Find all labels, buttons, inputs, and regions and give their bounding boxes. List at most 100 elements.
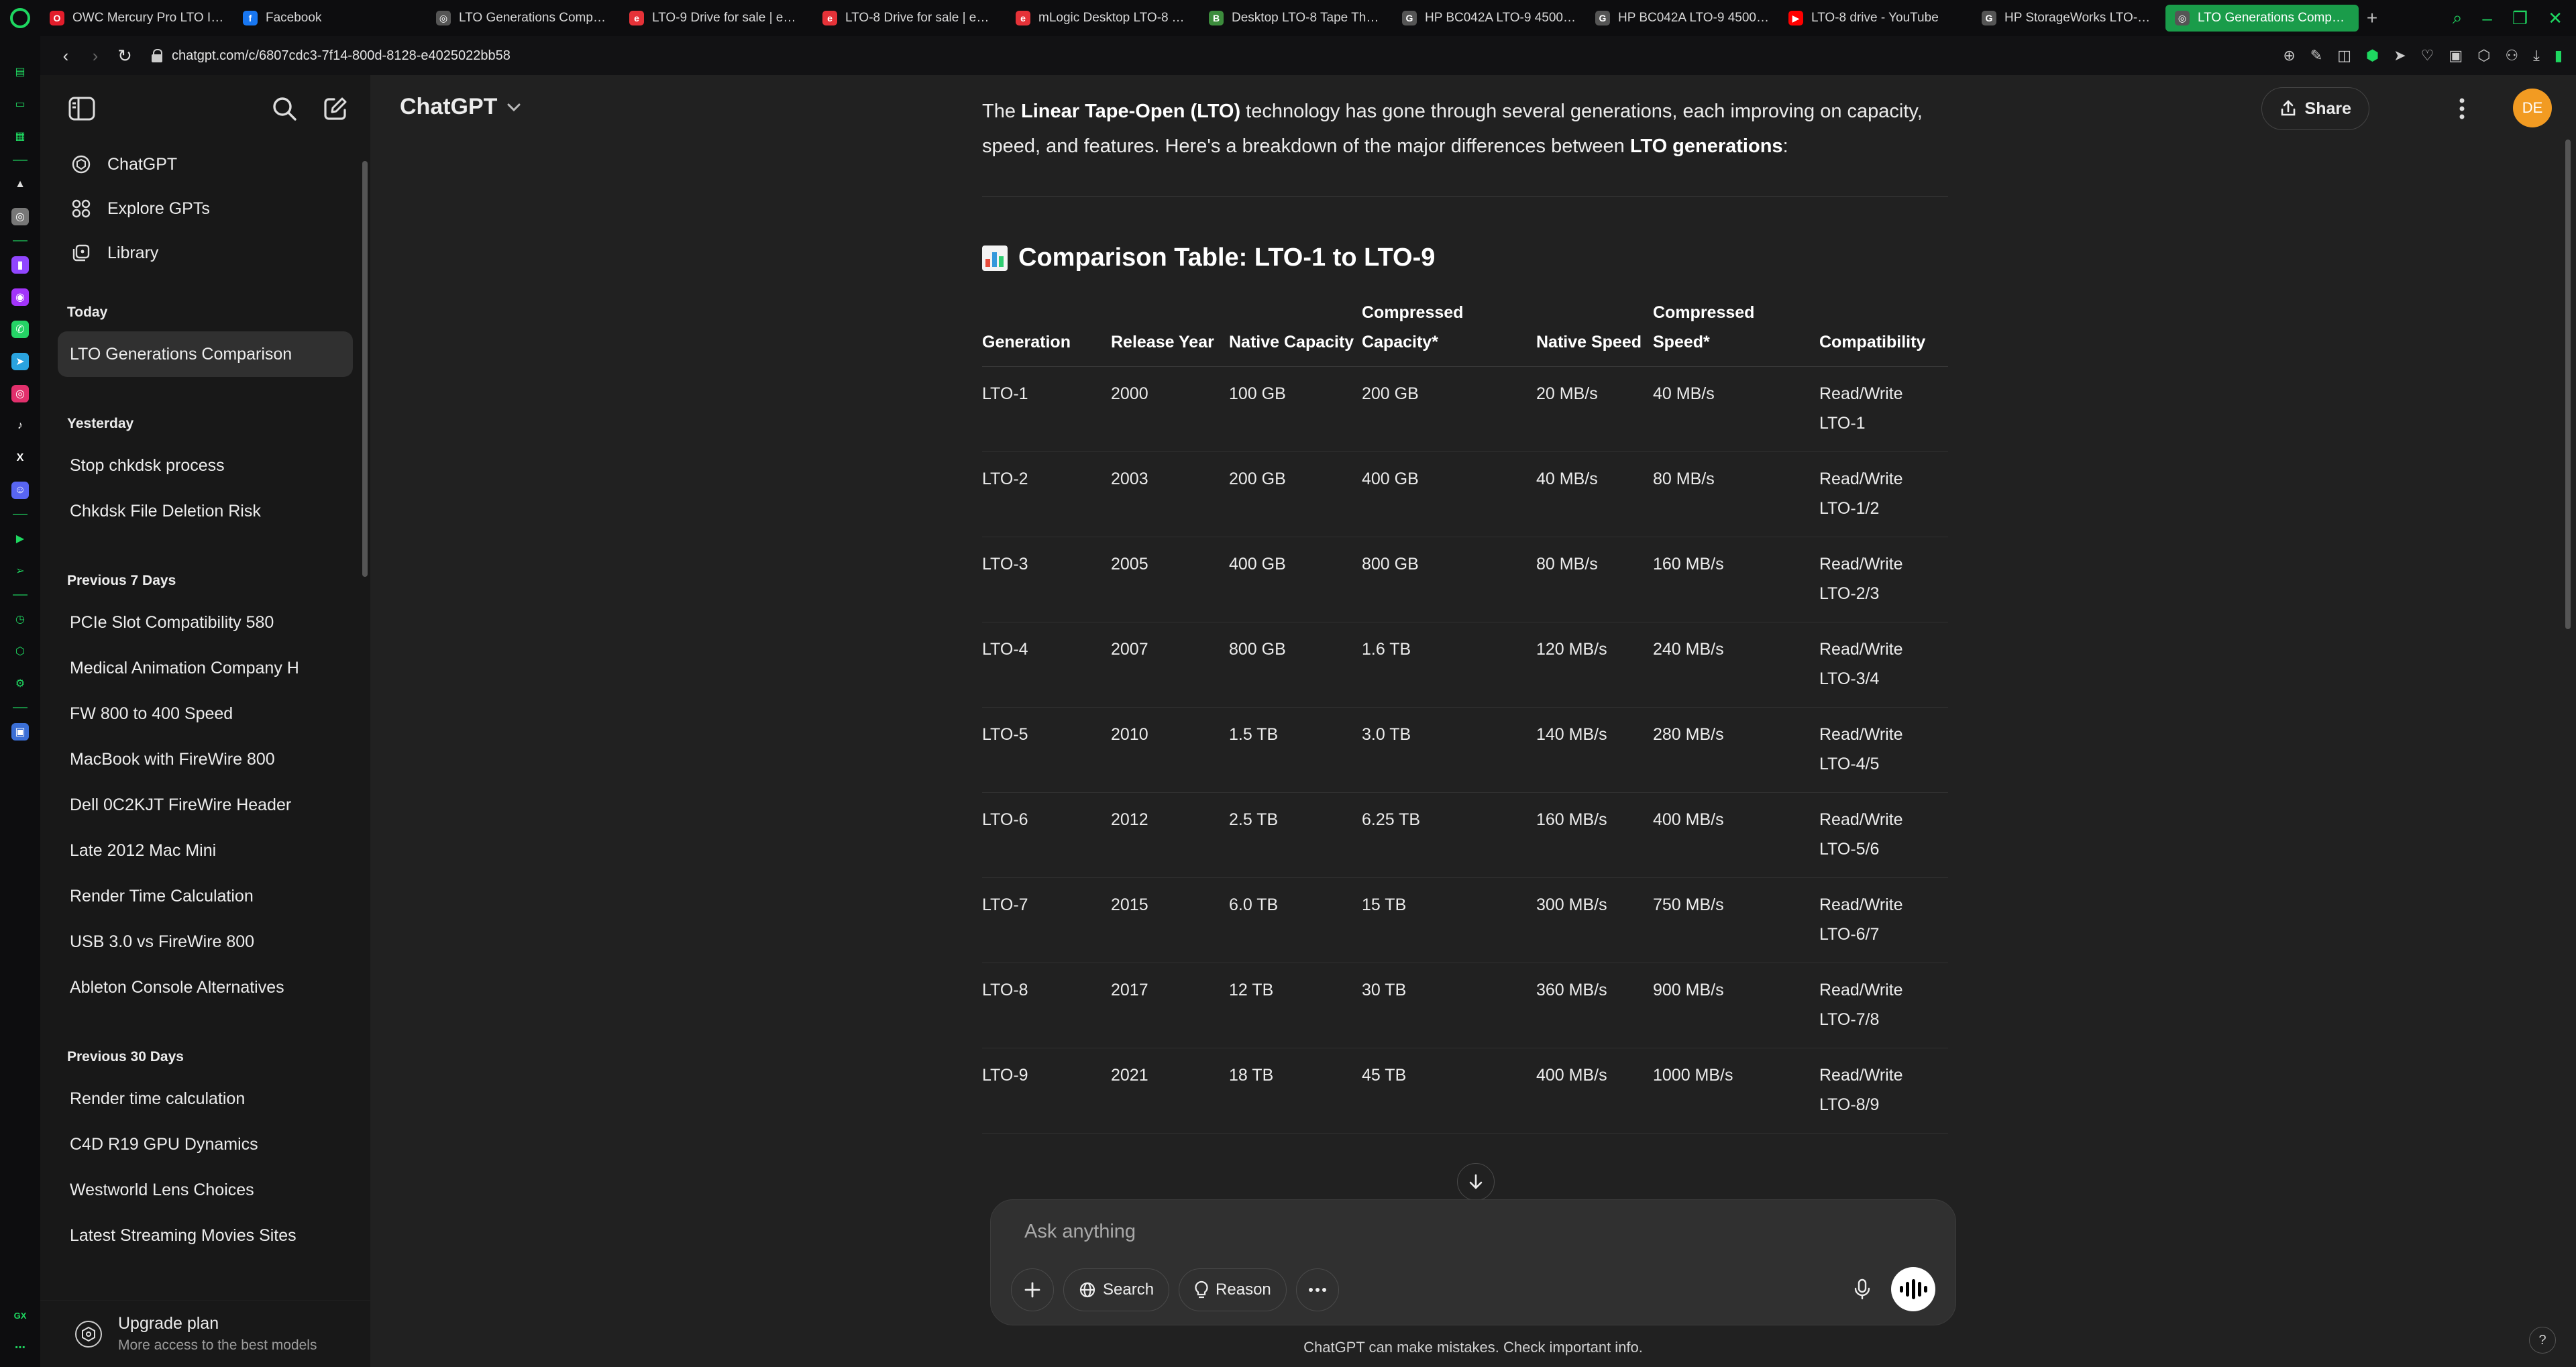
dictate-button[interactable] (1843, 1270, 1882, 1309)
table-cell: 160 MB/s (1536, 792, 1653, 878)
library-icon (70, 241, 93, 264)
more-icon[interactable]: ⋯ (11, 1339, 29, 1356)
search-button[interactable]: Search (1063, 1268, 1170, 1311)
history-item[interactable]: PCIe Slot Compatibility 580 (58, 600, 353, 645)
history-item[interactable]: Chkdsk File Deletion Risk (58, 488, 353, 534)
history-item[interactable]: LTO Generations Comparison (58, 331, 353, 377)
history-item[interactable]: Late 2012 Mac Mini (58, 828, 353, 873)
player-icon[interactable]: ▶ (11, 530, 29, 547)
history-item[interactable]: Latest Streaming Movies Sites (58, 1213, 353, 1258)
reason-button[interactable]: Reason (1179, 1268, 1287, 1311)
sidebar-scrollbar[interactable] (362, 161, 368, 577)
browser-tab[interactable]: ◎ LTO Generations Comparison (427, 5, 620, 32)
restore-button[interactable]: ❐ (2512, 8, 2528, 29)
reload-button[interactable]: ↻ (110, 41, 140, 70)
easy-setup-icon[interactable]: ✎ (2310, 47, 2322, 64)
history-item[interactable]: Render Time Calculation (58, 873, 353, 919)
more-options-button[interactable] (2446, 93, 2478, 125)
zoom-icon[interactable]: ⊕ (2283, 47, 2295, 64)
minimize-button[interactable]: – (2482, 8, 2491, 29)
scroll-to-bottom-button[interactable] (1457, 1163, 1495, 1201)
history-item[interactable]: Westworld Lens Choices (58, 1167, 353, 1213)
flow-icon[interactable]: ➢ (11, 562, 29, 580)
box-icon[interactable]: ⬡ (2477, 47, 2490, 64)
battery-icon[interactable]: ▮ (2555, 47, 2563, 64)
history-icon[interactable]: ◷ (11, 610, 29, 628)
cube-icon[interactable]: ⬡ (11, 643, 29, 660)
url-text[interactable]: chatgpt.com/c/6807cdc3-7f14-800d-8128-e4… (172, 48, 511, 64)
history-item[interactable]: Stop chkdsk process (58, 443, 353, 488)
messenger-icon[interactable]: ◉ (11, 288, 29, 306)
tab-title: mLogic Desktop LTO-8 Tape (1038, 11, 1190, 25)
browser-tab[interactable]: e LTO-8 Drive for sale | eBay (813, 5, 1006, 32)
discord-icon[interactable]: ☺ (11, 482, 29, 499)
sidebar-nav-item[interactable]: Library (58, 231, 353, 275)
aria-logo-icon[interactable]: ▲ (11, 176, 29, 193)
close-window-button[interactable]: ✕ (2548, 8, 2563, 29)
search-chats-button[interactable] (270, 94, 299, 123)
new-chat-button[interactable] (321, 94, 350, 123)
sidebar-scroll-area[interactable]: ChatGPT Explore GPTs Library Today LTO Gener… (40, 142, 370, 1262)
attach-button[interactable] (1011, 1268, 1054, 1311)
browser-tab[interactable]: e LTO-9 Drive for sale | eBay (620, 5, 813, 32)
new-tab-button[interactable]: + (2359, 5, 2385, 32)
url-field[interactable]: chatgpt.com/c/6807cdc3-7f14-800d-8128-e4… (152, 48, 511, 64)
opera-logo-icon[interactable] (0, 0, 40, 36)
history-item[interactable]: C4D R19 GPU Dynamics (58, 1122, 353, 1167)
browser-tab[interactable]: G HP BC042A LTO-9 45000 Ex (1586, 5, 1779, 32)
browser-tab[interactable]: ◎ LTO Generations Comparison (2165, 5, 2359, 32)
table-cell: 18 TB (1229, 1048, 1362, 1134)
sidebar-nav-item[interactable]: Explore GPTs (58, 186, 353, 231)
send-icon[interactable]: ➤ (2394, 47, 2406, 64)
voice-mode-button[interactable] (1891, 1267, 1935, 1311)
download-icon[interactable]: ⤓ (2533, 47, 2540, 64)
model-selector[interactable]: ChatGPT (400, 94, 521, 120)
main-scrollbar[interactable] (2565, 140, 2571, 629)
wallet-icon[interactable]: ▣ (11, 723, 29, 741)
browser-tab[interactable]: e mLogic Desktop LTO-8 Tape (1006, 5, 1199, 32)
heart-icon[interactable]: ♡ (2421, 47, 2434, 64)
history-item[interactable]: Medical Animation Company H (58, 645, 353, 691)
browser-tab[interactable]: B Desktop LTO-8 Tape Thunde (1199, 5, 1393, 32)
x-icon[interactable]: X (11, 449, 29, 467)
dashboard-icon[interactable]: ▭ (11, 95, 29, 113)
tab-islands-icon[interactable]: ▦ (11, 127, 29, 145)
message-composer: Search Reason (990, 1199, 1956, 1325)
history-item[interactable]: FW 800 to 400 Speed (58, 691, 353, 736)
aria-icon[interactable]: ▤ (11, 63, 29, 80)
tiktok-icon[interactable]: ♪ (11, 417, 29, 435)
sidebar-toggle-button[interactable] (67, 94, 97, 123)
gx-icon[interactable]: GX (11, 1307, 29, 1324)
shield-icon[interactable]: ⬢ (2366, 47, 2379, 64)
share-button[interactable]: Share (2261, 87, 2369, 130)
history-item[interactable]: USB 3.0 vs FireWire 800 (58, 919, 353, 965)
telegram-icon[interactable]: ➤ (11, 353, 29, 370)
instagram-icon[interactable]: ◎ (11, 385, 29, 402)
browser-tab[interactable]: ▶ LTO-8 drive - YouTube (1779, 5, 1972, 32)
search-tabs-icon[interactable]: ⌕ (2453, 7, 2463, 29)
tab-favicon-icon: ▶ (1788, 11, 1803, 25)
history-item[interactable]: Render time calculation (58, 1076, 353, 1122)
browser-tab[interactable]: G HP StorageWorks LTO-8 dri (1972, 5, 2165, 32)
forward-button[interactable]: › (80, 41, 110, 70)
whatsapp-icon[interactable]: ✆ (11, 321, 29, 338)
extension-icon[interactable]: ▣ (2449, 47, 2463, 64)
browser-tab[interactable]: O OWC Mercury Pro LTO Intro (40, 5, 233, 32)
more-tools-button[interactable] (1295, 1268, 1339, 1311)
browser-tab[interactable]: G HP BC042A LTO-9 45000 Ex (1393, 5, 1586, 32)
history-item[interactable]: MacBook with FireWire 800 (58, 736, 353, 782)
twitch-icon[interactable]: ▮ (11, 256, 29, 274)
sidebar-nav-item[interactable]: ChatGPT (58, 142, 353, 186)
prompt-input[interactable] (1024, 1215, 1896, 1248)
profile-icon[interactable]: ⚇ (2505, 47, 2518, 64)
help-button[interactable]: ? (2529, 1327, 2556, 1354)
back-button[interactable]: ‹ (51, 41, 80, 70)
history-item[interactable]: Dell 0C2KJT FireWire Header (58, 782, 353, 828)
chatgpt-rail-icon[interactable]: ◎ (11, 208, 29, 225)
upgrade-plan-button[interactable]: Upgrade plan More access to the best mod… (40, 1300, 370, 1367)
history-item[interactable]: Ableton Console Alternatives (58, 965, 353, 1010)
browser-tab[interactable]: f Facebook (233, 5, 427, 32)
user-avatar[interactable]: DE (2513, 89, 2552, 127)
camera-icon[interactable]: ◫ (2337, 47, 2351, 64)
settings-icon[interactable]: ⚙ (11, 675, 29, 692)
